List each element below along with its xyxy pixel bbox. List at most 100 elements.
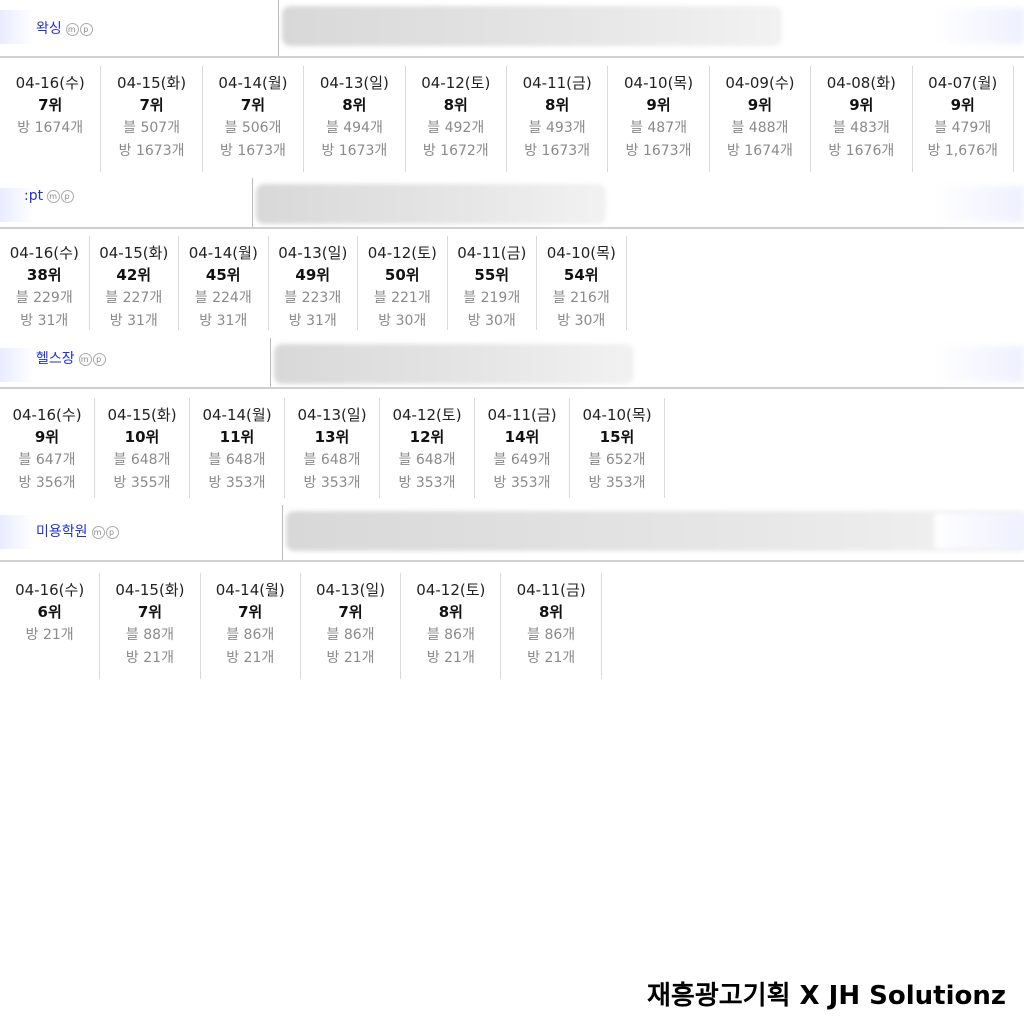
- rank-stat: 방 1,676개: [927, 143, 998, 159]
- rank-value: 7위: [238, 603, 263, 621]
- rank-stat: 블 488개: [731, 120, 789, 136]
- keyword-link[interactable]: 미용학원 m p: [36, 521, 120, 541]
- rank-stat: 방 1676개: [828, 143, 895, 159]
- daily-rank-cell: 04-12(토) 12위 블 648개 방 353개: [380, 398, 475, 498]
- rank-stat: 방 31개: [288, 313, 337, 329]
- keyword-highlight: [0, 515, 34, 549]
- daily-rank-cell: 04-11(금) 8위 블 493개 방 1673개: [507, 66, 609, 172]
- rank-stat: 블 648개: [208, 452, 266, 468]
- p-icon[interactable]: p: [79, 23, 93, 36]
- daily-rank-row: 04-16(수) 7위방 1674개 04-15(화) 7위블 507개방 1673개…: [0, 66, 1014, 172]
- keyword-label: 왁싱: [36, 21, 62, 37]
- rank-stat: 블 487개: [630, 120, 687, 136]
- rank-value: 7위: [38, 96, 63, 114]
- rank-stat: 방 353개: [493, 475, 551, 491]
- keyword-highlight: [0, 348, 34, 382]
- p-icon[interactable]: p: [61, 190, 75, 203]
- m-icon[interactable]: m: [78, 353, 92, 366]
- rank-date: 04-11(금): [487, 406, 557, 424]
- rank-stat: 블 227개: [105, 290, 163, 306]
- rank-stat: 방 31개: [199, 313, 248, 329]
- rank-value: 14위: [504, 428, 540, 446]
- rank-stat: 방 1674개: [17, 120, 84, 136]
- section-divider: [0, 227, 1024, 229]
- daily-rank-cell: 04-12(토) 8위 블 492개 방 1672개: [406, 66, 507, 172]
- rank-stat: 블 492개: [427, 120, 485, 136]
- redacted-area: [934, 513, 1024, 549]
- rank-stat: 블 219개: [463, 290, 521, 306]
- rank-stat: 방 30개: [467, 313, 516, 329]
- daily-rank-cell: 04-15(화) 7위 블 507개 방 1673개: [101, 66, 203, 172]
- keyword-icons: mp: [47, 190, 75, 203]
- rank-date: 04-13(일): [315, 581, 386, 599]
- keyword-header: 미용학원 m p: [0, 505, 1024, 562]
- rank-date: 04-13(일): [319, 74, 389, 92]
- daily-rank-cell: 04-14(월) 7위 블 86개 방 21개: [201, 573, 301, 679]
- rank-value: 7위: [139, 96, 164, 114]
- rank-value: 11위: [219, 428, 255, 446]
- daily-rank-cell: 04-10(목) 15위 블 652개 방 353개: [570, 398, 665, 498]
- daily-rank-cell: 04-14(월) 7위 블 506개 방 1673개: [203, 66, 305, 172]
- rank-stat: 블 648개: [113, 452, 171, 468]
- keyword-header: :pt m p: [0, 178, 1024, 229]
- m-icon[interactable]: m: [47, 190, 61, 203]
- rank-date: 04-10(목): [623, 74, 694, 92]
- rank-stat: 블 479개: [934, 120, 992, 136]
- rank-date: 04-16(수): [15, 74, 85, 92]
- rank-value: 6위: [37, 603, 62, 621]
- rank-date: 04-14(월): [202, 406, 272, 424]
- rank-stat: 방 21개: [25, 627, 74, 643]
- rank-stat: 블 652개: [588, 452, 646, 468]
- rank-stat: 블 88개: [125, 627, 174, 643]
- section-divider: [0, 387, 1024, 389]
- redacted-area: [934, 346, 1024, 382]
- daily-rank-cell: 04-12(토) 8위 블 86개 방 21개: [401, 573, 502, 679]
- rank-stat: 블 86개: [426, 627, 475, 643]
- redacted-area: [256, 184, 606, 224]
- rank-date: 04-15(화): [117, 74, 187, 92]
- redacted-area: [934, 186, 1024, 222]
- rank-stat: 블 86개: [326, 627, 375, 643]
- daily-rank-cell: 04-14(월) 45위 블 224개 방 31개: [179, 236, 269, 330]
- rank-date: 04-12(토): [421, 74, 491, 92]
- p-icon[interactable]: p: [105, 526, 119, 539]
- daily-rank-cell: 04-11(금) 14위 블 649개 방 353개: [475, 398, 570, 498]
- m-icon[interactable]: m: [91, 526, 105, 539]
- rank-stat: 방 30개: [557, 313, 606, 329]
- rank-value: 55위: [474, 266, 510, 284]
- redacted-area: [934, 8, 1024, 44]
- rank-stat: 방 21개: [226, 650, 275, 666]
- rank-stat: 방 31개: [20, 313, 69, 329]
- daily-rank-row: 04-16(수) 6위 방 21개 04-15(화) 7위 블 88개 방 21개 04-14…: [0, 573, 602, 679]
- daily-rank-row: 04-16(수) 38위 블 229개 방 31개 04-15(화) 42위 블 227개 방…: [0, 236, 627, 330]
- rank-stat: 블 507개: [123, 120, 181, 136]
- daily-rank-cell: 04-15(화) 10위 블 648개 방 355개: [95, 398, 190, 498]
- daily-rank-cell: 04-15(화) 7위 블 88개 방 21개: [100, 573, 201, 679]
- rank-date: 04-12(토): [392, 406, 462, 424]
- keyword-link[interactable]: :pt m p: [24, 188, 75, 204]
- keyword-link[interactable]: 헬스장 m p: [36, 348, 107, 368]
- rank-stat: 방 353개: [303, 475, 361, 491]
- rank-value: 8위: [539, 603, 564, 621]
- rank-value: 45위: [205, 266, 241, 284]
- rank-stat: 방 1674개: [727, 143, 793, 159]
- keyword-link[interactable]: 왁싱 m p: [36, 18, 94, 38]
- keyword-divider: [252, 178, 253, 228]
- rank-stat: 방 1673개: [220, 143, 286, 159]
- daily-rank-cell: 04-11(금) 55위 블 219개 방 30개: [448, 236, 537, 330]
- rank-date: 04-14(월): [215, 581, 285, 599]
- rank-value: 9위: [747, 96, 773, 114]
- rank-date: 04-08(화): [826, 74, 896, 92]
- rank-date: 04-10(목): [582, 406, 652, 424]
- p-icon[interactable]: p: [92, 353, 106, 366]
- rank-date: 04-15(화): [99, 244, 169, 262]
- keyword-label: 헬스장: [36, 351, 75, 367]
- m-icon[interactable]: m: [65, 23, 79, 36]
- rank-value: 9위: [34, 428, 60, 446]
- rank-value: 9위: [950, 96, 975, 114]
- keyword-icons: mp: [78, 353, 107, 366]
- rank-value: 8위: [443, 96, 468, 114]
- rank-value: 8위: [545, 96, 570, 114]
- daily-rank-row: 04-16(수) 9위 블 647개 방 356개 04-15(화) 10위 블 648개 방…: [0, 398, 665, 498]
- rank-date: 04-12(토): [416, 581, 486, 599]
